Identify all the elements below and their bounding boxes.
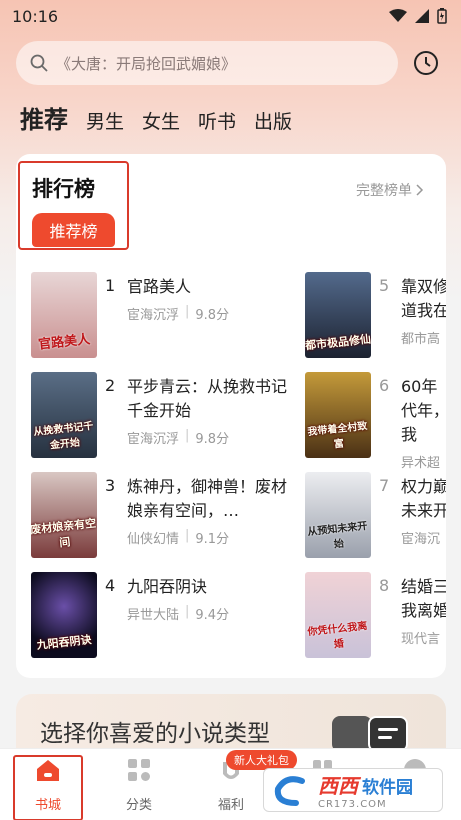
meta-divider: | [185,304,190,319]
book-category: 异世大陆 [127,608,180,623]
rank-number: 2 [105,376,116,395]
book-name: 权力巅未来开 [401,477,446,520]
recommend-list-button[interactable]: 推荐榜 [32,213,115,247]
cover-title: 从预知未来开始 [307,520,368,551]
book-cover: 从挽救书记千金开始 [31,372,97,458]
watermark-url: CR173.COM [318,799,387,810]
cover-title: 官路美人 [37,332,91,353]
new-user-gift-badge[interactable]: 新人大礼包 [226,750,297,770]
book-item[interactable]: 官路美人 1 官路美人 宦海沉浮 | 9.8分 [31,272,291,358]
book-item[interactable]: 从预知未来开始 7 权力巅未来开 宦海沉 [305,472,446,558]
rank-number: 8 [379,576,390,595]
book-cover: 九阳吞阴诀 [31,572,97,658]
banner-decoration-icon [332,716,372,752]
banner-list-icon [368,716,408,752]
book-category: 宦海沉浮 [127,308,180,323]
ranking-title: 排行榜 [32,177,95,201]
full-list-link[interactable]: 完整榜单 [356,180,424,200]
book-cover: 废材娘亲有空间 [31,472,97,558]
book-name: 官路美人 [127,277,192,296]
cover-title: 我带着全村致富 [307,420,368,451]
rank-number: 7 [379,476,390,495]
rank-number: 3 [105,476,116,495]
book-cover: 都市极品修仙 [305,272,371,358]
battery-icon [437,8,447,24]
book-item[interactable]: 你凭什么我离婚 8 结婚三我离婚 现代言 [305,572,446,658]
nav-label: 分类 [125,798,152,813]
chevron-right-icon [416,184,424,196]
rank-number: 4 [105,576,116,595]
tab-published[interactable]: 出版 [254,107,292,134]
meta-divider: | [185,528,190,543]
tab-audiobook[interactable]: 听书 [198,107,236,134]
book-category: 宦海沉 [401,532,441,547]
ranking-column-2: 都市极品修仙 5 靠双修道我在 都市高 我带着全村致富 6 60年代年，我 异术… [305,260,446,660]
genre-banner-text: 选择你喜爱的小说类型 [40,721,270,747]
book-item[interactable]: 我带着全村致富 6 60年代年，我 异术超 [305,372,446,471]
tab-male[interactable]: 男生 [86,107,124,134]
book-category: 都市高 [401,332,441,347]
nav-label: 书城 [34,798,61,813]
status-icons [389,8,447,24]
book-item[interactable]: 九阳吞阴诀 4 九阳吞阴诀 异世大陆 | 9.4分 [31,572,291,658]
nav-label: 福利 [217,798,244,813]
search-icon [30,54,48,72]
category-icon [128,759,150,781]
book-score: 9.8分 [195,308,230,323]
book-cover: 官路美人 [31,272,97,358]
clock-icon [414,51,438,75]
watermark-logo-icon [274,776,305,806]
full-list-label: 完整榜单 [356,183,412,199]
status-bar: 10:16 [0,0,461,32]
rank-number: 1 [105,276,116,295]
book-cover: 你凭什么我离婚 [305,572,371,658]
meta-divider: | [185,604,190,619]
home-icon [37,760,59,781]
book-category: 现代言 [401,632,441,647]
wifi-icon [389,9,407,22]
history-button[interactable] [412,49,440,77]
book-name: 结婚三我离婚 [401,577,446,620]
rank-number: 5 [379,276,390,295]
book-cover: 我带着全村致富 [305,372,371,458]
book-category: 仙侠幻情 [127,532,180,547]
book-item[interactable]: 都市极品修仙 5 靠双修道我在 都市高 [305,272,446,358]
status-time: 10:16 [12,6,59,26]
book-name: 炼神丹，御神兽！废材娘亲有空间，… [127,477,288,520]
site-watermark: 西西 软件园 CR173.COM [263,768,443,812]
cover-title: 从挽救书记千金开始 [33,420,94,452]
book-name: 60年代年，我 [401,377,446,444]
category-tabs: 推荐 男生 女生 听书 出版 [20,100,292,135]
book-category: 异术超 [401,456,441,471]
book-category: 宦海沉浮 [127,432,180,447]
book-score: 9.1分 [195,532,230,547]
rank-number: 6 [379,376,390,395]
meta-divider: | [185,428,190,443]
cover-title: 九阳吞阴诀 [36,633,93,652]
book-name: 靠双修道我在 [401,277,446,320]
search-row: 《大唐：开局抢回武媚娘》 [16,40,446,86]
book-cover: 从预知未来开始 [305,472,371,558]
cover-title: 废材娘亲有空间 [31,516,97,550]
cover-title: 你凭什么我离婚 [307,620,368,651]
book-item[interactable]: 废材娘亲有空间 3 炼神丹，御神兽！废材娘亲有空间，… 仙侠幻情 | 9.1分 [31,472,291,558]
nav-bookstore[interactable]: 书城 [13,756,83,813]
book-score: 9.8分 [195,432,230,447]
search-placeholder: 《大唐：开局抢回武媚娘》 [56,54,237,73]
tab-female[interactable]: 女生 [142,107,180,134]
book-name: 平步青云：从挽救书记千金开始 [127,377,288,420]
cover-title: 都市极品修仙 [305,332,371,353]
book-name: 九阳吞阴诀 [127,577,208,596]
watermark-sub: 软件园 [362,778,413,798]
nav-category[interactable]: 分类 [104,756,174,813]
tab-recommend[interactable]: 推荐 [20,100,68,135]
signal-icon [415,9,429,23]
search-input[interactable]: 《大唐：开局抢回武媚娘》 [16,41,398,85]
book-score: 9.4分 [195,608,230,623]
watermark-brand: 西西 [318,774,358,798]
book-item[interactable]: 从挽救书记千金开始 2 平步青云：从挽救书记千金开始 宦海沉浮 | 9.8分 [31,372,291,458]
